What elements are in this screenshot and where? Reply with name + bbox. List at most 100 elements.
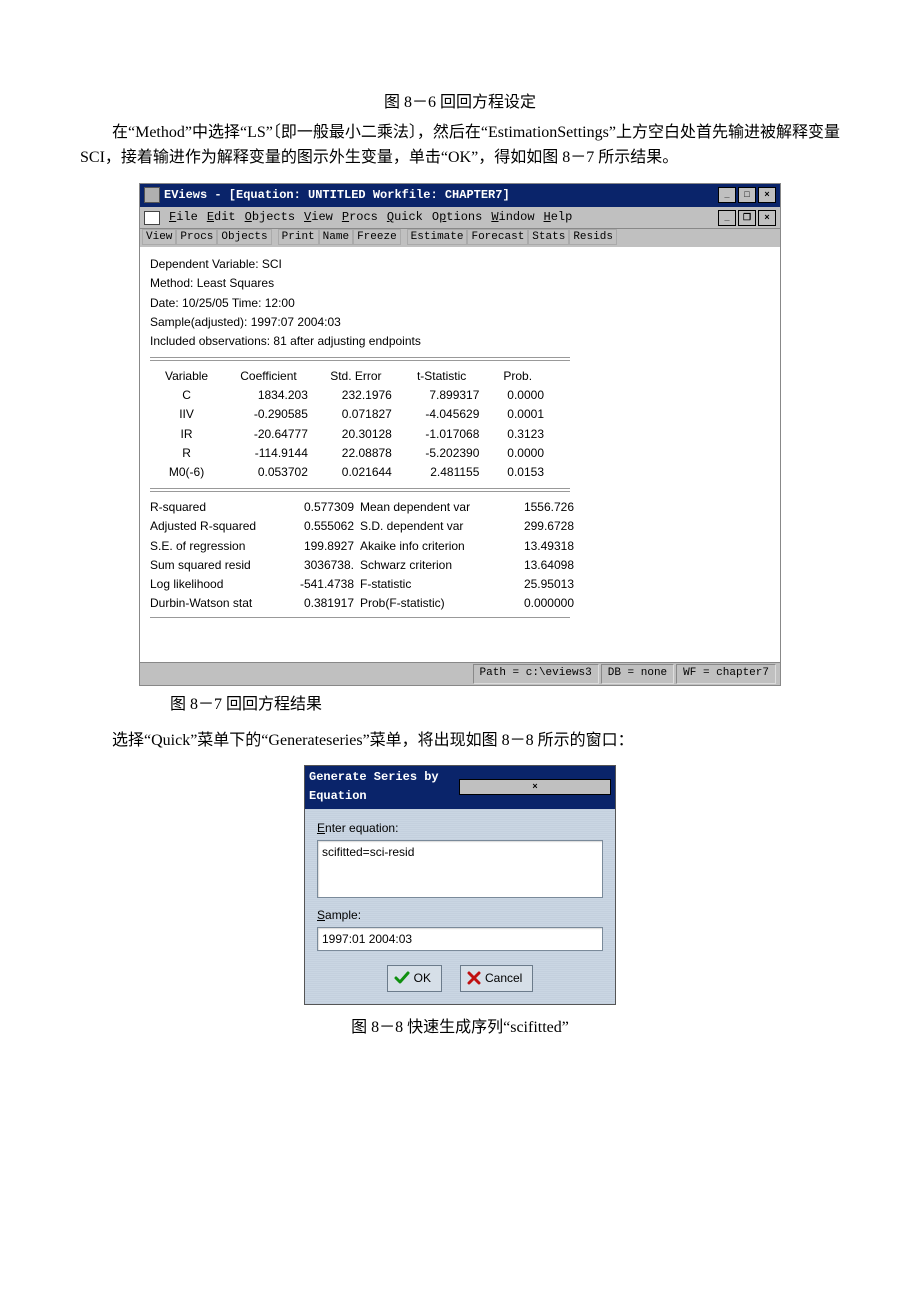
dialog-titlebar: Generate Series by Equation × xyxy=(305,766,615,808)
table-row: M0(-6)0.0537020.0216442.4811550.0153 xyxy=(150,463,550,482)
stat-label: S.E. of regression xyxy=(150,537,290,556)
stat-label: Durbin-Watson stat xyxy=(150,594,290,613)
menu-objects[interactable]: Objects xyxy=(245,208,295,227)
table-row: IIV-0.2905850.071827-4.0456290.0001 xyxy=(150,405,550,424)
cancel-button[interactable]: Cancel xyxy=(460,965,533,992)
table-cell: 2.481155 xyxy=(398,463,486,482)
menu-help[interactable]: Help xyxy=(544,208,573,227)
doc-icon xyxy=(144,211,160,225)
stat-value: -541.4738 xyxy=(290,575,360,594)
stat-value: 13.64098 xyxy=(510,556,580,575)
table-cell: -20.64777 xyxy=(223,425,314,444)
sample-label: Sample: xyxy=(317,906,603,925)
statusbar: Path = c:\eviews3 DB = none WF = chapter… xyxy=(140,662,780,685)
dialog-close-button[interactable]: × xyxy=(459,779,611,795)
sample-input[interactable]: 1997:01 2004:03 xyxy=(317,927,603,951)
stat-value: 299.6728 xyxy=(510,517,580,536)
child-minimize-button[interactable]: _ xyxy=(718,210,736,226)
table-cell: 7.899317 xyxy=(398,386,486,405)
toolbar: View Procs Objects Print Name Freeze Est… xyxy=(140,229,780,247)
menu-view[interactable]: View xyxy=(304,208,333,227)
table-cell: 232.1976 xyxy=(314,386,398,405)
ok-button[interactable]: OK xyxy=(387,965,442,992)
table-cell: C xyxy=(150,386,223,405)
ok-label: OK xyxy=(414,969,431,988)
stat-value: 199.8927 xyxy=(290,537,360,556)
table-cell: 0.071827 xyxy=(314,405,398,424)
table-cell: 22.08878 xyxy=(314,444,398,463)
eviews-window: EViews - [Equation: UNTITLED Workfile: C… xyxy=(139,183,781,686)
stat-label: Akaike info criterion xyxy=(360,537,510,556)
menubar: File Edit Objects View Procs Quick Optio… xyxy=(140,207,780,229)
toolbar-freeze[interactable]: Freeze xyxy=(353,229,401,245)
status-db: DB = none xyxy=(601,664,674,684)
stat-value: 1556.726 xyxy=(510,498,580,517)
cancel-label: Cancel xyxy=(485,969,522,988)
stat-label: F-statistic xyxy=(360,575,510,594)
table-cell: IR xyxy=(150,425,223,444)
col-coefficient: Coefficient xyxy=(223,367,314,386)
menu-quick[interactable]: Quick xyxy=(387,208,423,227)
table-row: C1834.203232.19767.8993170.0000 xyxy=(150,386,550,405)
separator xyxy=(150,488,570,492)
menu-edit[interactable]: Edit xyxy=(207,208,236,227)
stat-label: R-squared xyxy=(150,498,290,517)
titlebar: EViews - [Equation: UNTITLED Workfile: C… xyxy=(140,184,780,207)
cross-icon xyxy=(467,971,481,985)
col-variable: Variable xyxy=(150,367,223,386)
equation-label: Enter equation: xyxy=(317,819,603,838)
menu-file[interactable]: File xyxy=(169,208,198,227)
table-header-row: Variable Coefficient Std. Error t-Statis… xyxy=(150,367,550,386)
table-cell: 0.0153 xyxy=(485,463,550,482)
coefficients-table: Variable Coefficient Std. Error t-Statis… xyxy=(150,367,550,482)
menu-procs[interactable]: Procs xyxy=(342,208,378,227)
status-path: Path = c:\eviews3 xyxy=(473,664,599,684)
toolbar-name[interactable]: Name xyxy=(319,229,353,245)
col-tstat: t-Statistic xyxy=(398,367,486,386)
stat-value: 0.000000 xyxy=(510,594,580,613)
dialog-title: Generate Series by Equation xyxy=(309,768,459,806)
maximize-button[interactable]: □ xyxy=(738,187,756,203)
toolbar-estimate[interactable]: Estimate xyxy=(407,229,468,245)
equation-input[interactable]: scifitted=sci-resid xyxy=(317,840,603,898)
check-icon xyxy=(394,971,410,985)
stat-label: Schwarz criterion xyxy=(360,556,510,575)
table-cell: -1.017068 xyxy=(398,425,486,444)
header-line: Method: Least Squares xyxy=(150,274,770,293)
toolbar-resids[interactable]: Resids xyxy=(569,229,617,245)
stat-value: 3036738. xyxy=(290,556,360,575)
menu-options[interactable]: Options xyxy=(432,208,482,227)
close-button[interactable]: × xyxy=(758,187,776,203)
child-restore-button[interactable]: ❐ xyxy=(738,210,756,226)
stat-value: 13.49318 xyxy=(510,537,580,556)
regression-output: Dependent Variable: SCI Method: Least Sq… xyxy=(140,247,780,662)
summary-stats: R-squared0.577309Mean dependent var1556.… xyxy=(150,498,570,613)
toolbar-procs[interactable]: Procs xyxy=(176,229,217,245)
instruction-paragraph-2: 选择“Quick”菜单下的“Generateseries”菜单，将出现如图 8－… xyxy=(80,728,840,754)
table-cell: 0.021644 xyxy=(314,463,398,482)
table-cell: 0.0000 xyxy=(485,386,550,405)
table-cell: R xyxy=(150,444,223,463)
minimize-button[interactable]: _ xyxy=(718,187,736,203)
output-header: Dependent Variable: SCI Method: Least Sq… xyxy=(150,255,770,351)
stat-label: Log likelihood xyxy=(150,575,290,594)
separator xyxy=(150,357,570,361)
toolbar-forecast[interactable]: Forecast xyxy=(467,229,528,245)
child-close-button[interactable]: × xyxy=(758,210,776,226)
toolbar-stats[interactable]: Stats xyxy=(528,229,569,245)
header-line: Sample(adjusted): 1997:07 2004:03 xyxy=(150,313,770,332)
toolbar-objects[interactable]: Objects xyxy=(217,229,271,245)
toolbar-view[interactable]: View xyxy=(142,229,176,245)
col-prob: Prob. xyxy=(485,367,550,386)
caption-bottom: 图 8－8 快速生成序列“scifitted” xyxy=(80,1015,840,1041)
window-title: EViews - [Equation: UNTITLED Workfile: C… xyxy=(164,186,718,205)
toolbar-print[interactable]: Print xyxy=(278,229,319,245)
menu-window[interactable]: Window xyxy=(491,208,534,227)
stat-label: Mean dependent var xyxy=(360,498,510,517)
table-cell: -0.290585 xyxy=(223,405,314,424)
table-cell: 0.0001 xyxy=(485,405,550,424)
table-cell: 1834.203 xyxy=(223,386,314,405)
table-cell: 0.3123 xyxy=(485,425,550,444)
separator xyxy=(150,617,570,618)
table-cell: -4.045629 xyxy=(398,405,486,424)
